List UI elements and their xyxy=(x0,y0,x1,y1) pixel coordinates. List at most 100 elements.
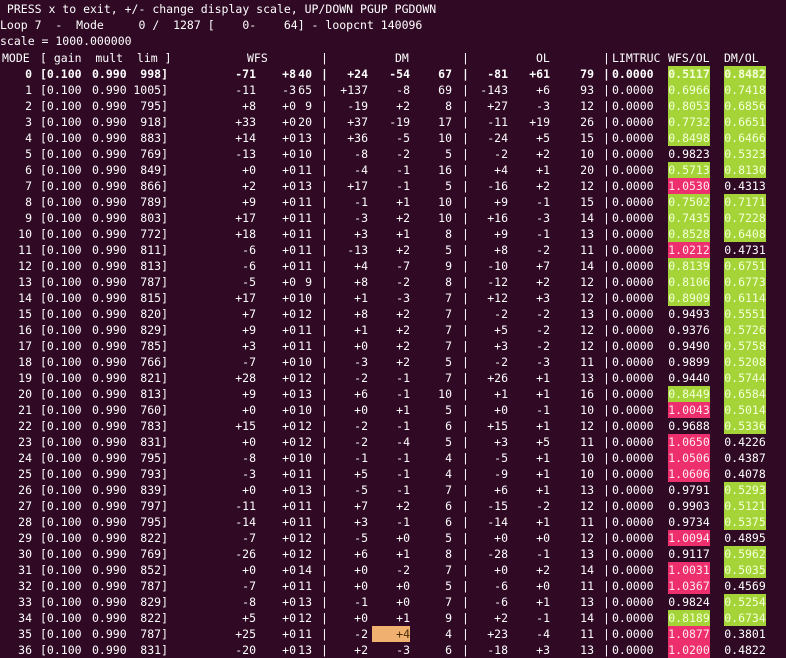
cell-d1: -1 xyxy=(396,483,410,497)
separator: | xyxy=(462,371,469,385)
table-row: 15 [0.100 0.990 820] +7 +0 12 +8 +2 7 -2 -2 13 0.0000… xyxy=(0,306,786,322)
cell-o2: 12 xyxy=(580,99,594,113)
cell-mode: 0 xyxy=(25,67,32,81)
separator: | xyxy=(462,355,469,369)
cell-d1: +0 xyxy=(396,595,410,609)
cell-mult: 0.990 xyxy=(92,547,127,561)
cell-gain: [0.100 xyxy=(40,499,82,513)
cell-o0: -14 xyxy=(487,515,508,529)
separator: | xyxy=(462,579,469,593)
cell-o2: 93 xyxy=(580,83,594,97)
cell-w0: +2 xyxy=(242,179,256,193)
separator: | xyxy=(321,51,328,65)
cell-dm-ol: 0.4895 xyxy=(724,531,766,545)
cell-d2: 69 xyxy=(438,83,452,97)
separator: | xyxy=(321,643,328,657)
col-dm: DM xyxy=(395,51,409,65)
separator: | xyxy=(603,99,610,113)
cell-d2: 5 xyxy=(445,435,452,449)
cell-gain: [0.100 xyxy=(40,307,82,321)
cell-mode: 15 xyxy=(18,307,32,321)
cell-d2: 10 xyxy=(438,211,452,225)
cell-o0: -28 xyxy=(487,547,508,561)
cell-o0: -143 xyxy=(480,83,508,97)
cell-limtruc: 0.0000 xyxy=(612,451,654,465)
cell-d2: 5 xyxy=(445,179,452,193)
cell-dm-ol: 0.4078 xyxy=(724,467,766,481)
separator: | xyxy=(321,99,328,113)
cell-o2: 13 xyxy=(580,643,594,657)
cell-d0: +6 xyxy=(354,547,368,561)
cell-w2: 9 xyxy=(305,99,312,113)
cell-d1: -3 xyxy=(396,291,410,305)
cell-wfs-ol: 0.8053 xyxy=(668,98,710,114)
cell-d0: +8 xyxy=(354,275,368,289)
cell-mult: 0.990 xyxy=(92,499,127,513)
separator: | xyxy=(462,243,469,257)
cell-d2: 10 xyxy=(438,195,452,209)
cell-w0: -71 xyxy=(235,67,256,81)
cell-mult: 0.990 xyxy=(92,115,127,129)
cell-mult: 0.990 xyxy=(92,595,127,609)
cell-dm-ol: 0.5293 xyxy=(724,482,766,498)
cell-dm-ol: 0.5323 xyxy=(724,146,766,162)
cell-d2: 5 xyxy=(445,147,452,161)
cell-w2: 12 xyxy=(298,611,312,625)
cell-wfs-ol: 0.9376 xyxy=(668,323,710,337)
separator: | xyxy=(462,115,469,129)
separator: | xyxy=(321,387,328,401)
separator: | xyxy=(462,563,469,577)
cell-w2: 9 xyxy=(305,275,312,289)
separator: | xyxy=(462,259,469,273)
cell-o1: +5 xyxy=(536,435,550,449)
cell-mode: 18 xyxy=(18,355,32,369)
cell-dm-ol: 0.7171 xyxy=(724,194,766,210)
cell-gain: [0.100 xyxy=(40,339,82,353)
cell-d2: 7 xyxy=(445,483,452,497)
separator: | xyxy=(603,355,610,369)
cell-gain: [0.100 xyxy=(40,211,82,225)
cell-d1: +2 xyxy=(396,243,410,257)
cell-dm-ol: 0.6408 xyxy=(724,226,766,242)
separator: | xyxy=(321,499,328,513)
cell-d1: -5 xyxy=(396,131,410,145)
cell-o1: +0 xyxy=(536,579,550,593)
cell-w2: 14 xyxy=(298,563,312,577)
cell-o1: -4 xyxy=(536,627,550,641)
cell-d0: -1 xyxy=(354,451,368,465)
cell-o0: -6 xyxy=(494,595,508,609)
cell-d0: -13 xyxy=(347,243,368,257)
cell-o0: +9 xyxy=(494,227,508,241)
cell-o2: 14 xyxy=(580,259,594,273)
table-row: 3 [0.100 0.990 918] +33 +0 20 +37 -19 17 -11 +19 26 0… xyxy=(0,114,786,130)
cell-gain: [0.100 xyxy=(40,547,82,561)
cell-wfs-ol: 0.9490 xyxy=(668,339,710,353)
cell-wfs-ol: 0.6966 xyxy=(668,82,710,98)
table-row: 28 [0.100 0.990 795] -14 +0 11 +3 -1 6 -14 +1 11 0.00… xyxy=(0,514,786,530)
separator: | xyxy=(603,403,610,417)
separator: | xyxy=(321,323,328,337)
cell-d0: -3 xyxy=(354,355,368,369)
separator: | xyxy=(462,67,469,81)
cell-o1: -1 xyxy=(536,611,550,625)
cell-mode: 34 xyxy=(18,611,32,625)
separator: | xyxy=(462,547,469,561)
cell-d1: -1 xyxy=(396,515,410,529)
separator: | xyxy=(462,195,469,209)
cell-dm-ol: 0.5744 xyxy=(724,370,766,386)
cell-d2: 7 xyxy=(445,291,452,305)
separator: | xyxy=(603,163,610,177)
cell-limtruc: 0.0000 xyxy=(612,147,654,161)
cell-gain: [0.100 xyxy=(40,515,82,529)
cell-limtruc: 0.0000 xyxy=(612,467,654,481)
cell-o1: +3 xyxy=(536,291,550,305)
cell-w0: +0 xyxy=(242,483,256,497)
cell-d1: +2 xyxy=(396,323,410,337)
cell-d0: -2 xyxy=(354,419,368,433)
cell-mult: 0.990 xyxy=(92,355,127,369)
cell-d0: +2 xyxy=(354,643,368,657)
cell-mult: 0.990 xyxy=(92,147,127,161)
cell-w2: 40 xyxy=(298,67,312,81)
cell-dm-ol: 0.8130 xyxy=(724,162,766,178)
cell-o0: +3 xyxy=(494,435,508,449)
